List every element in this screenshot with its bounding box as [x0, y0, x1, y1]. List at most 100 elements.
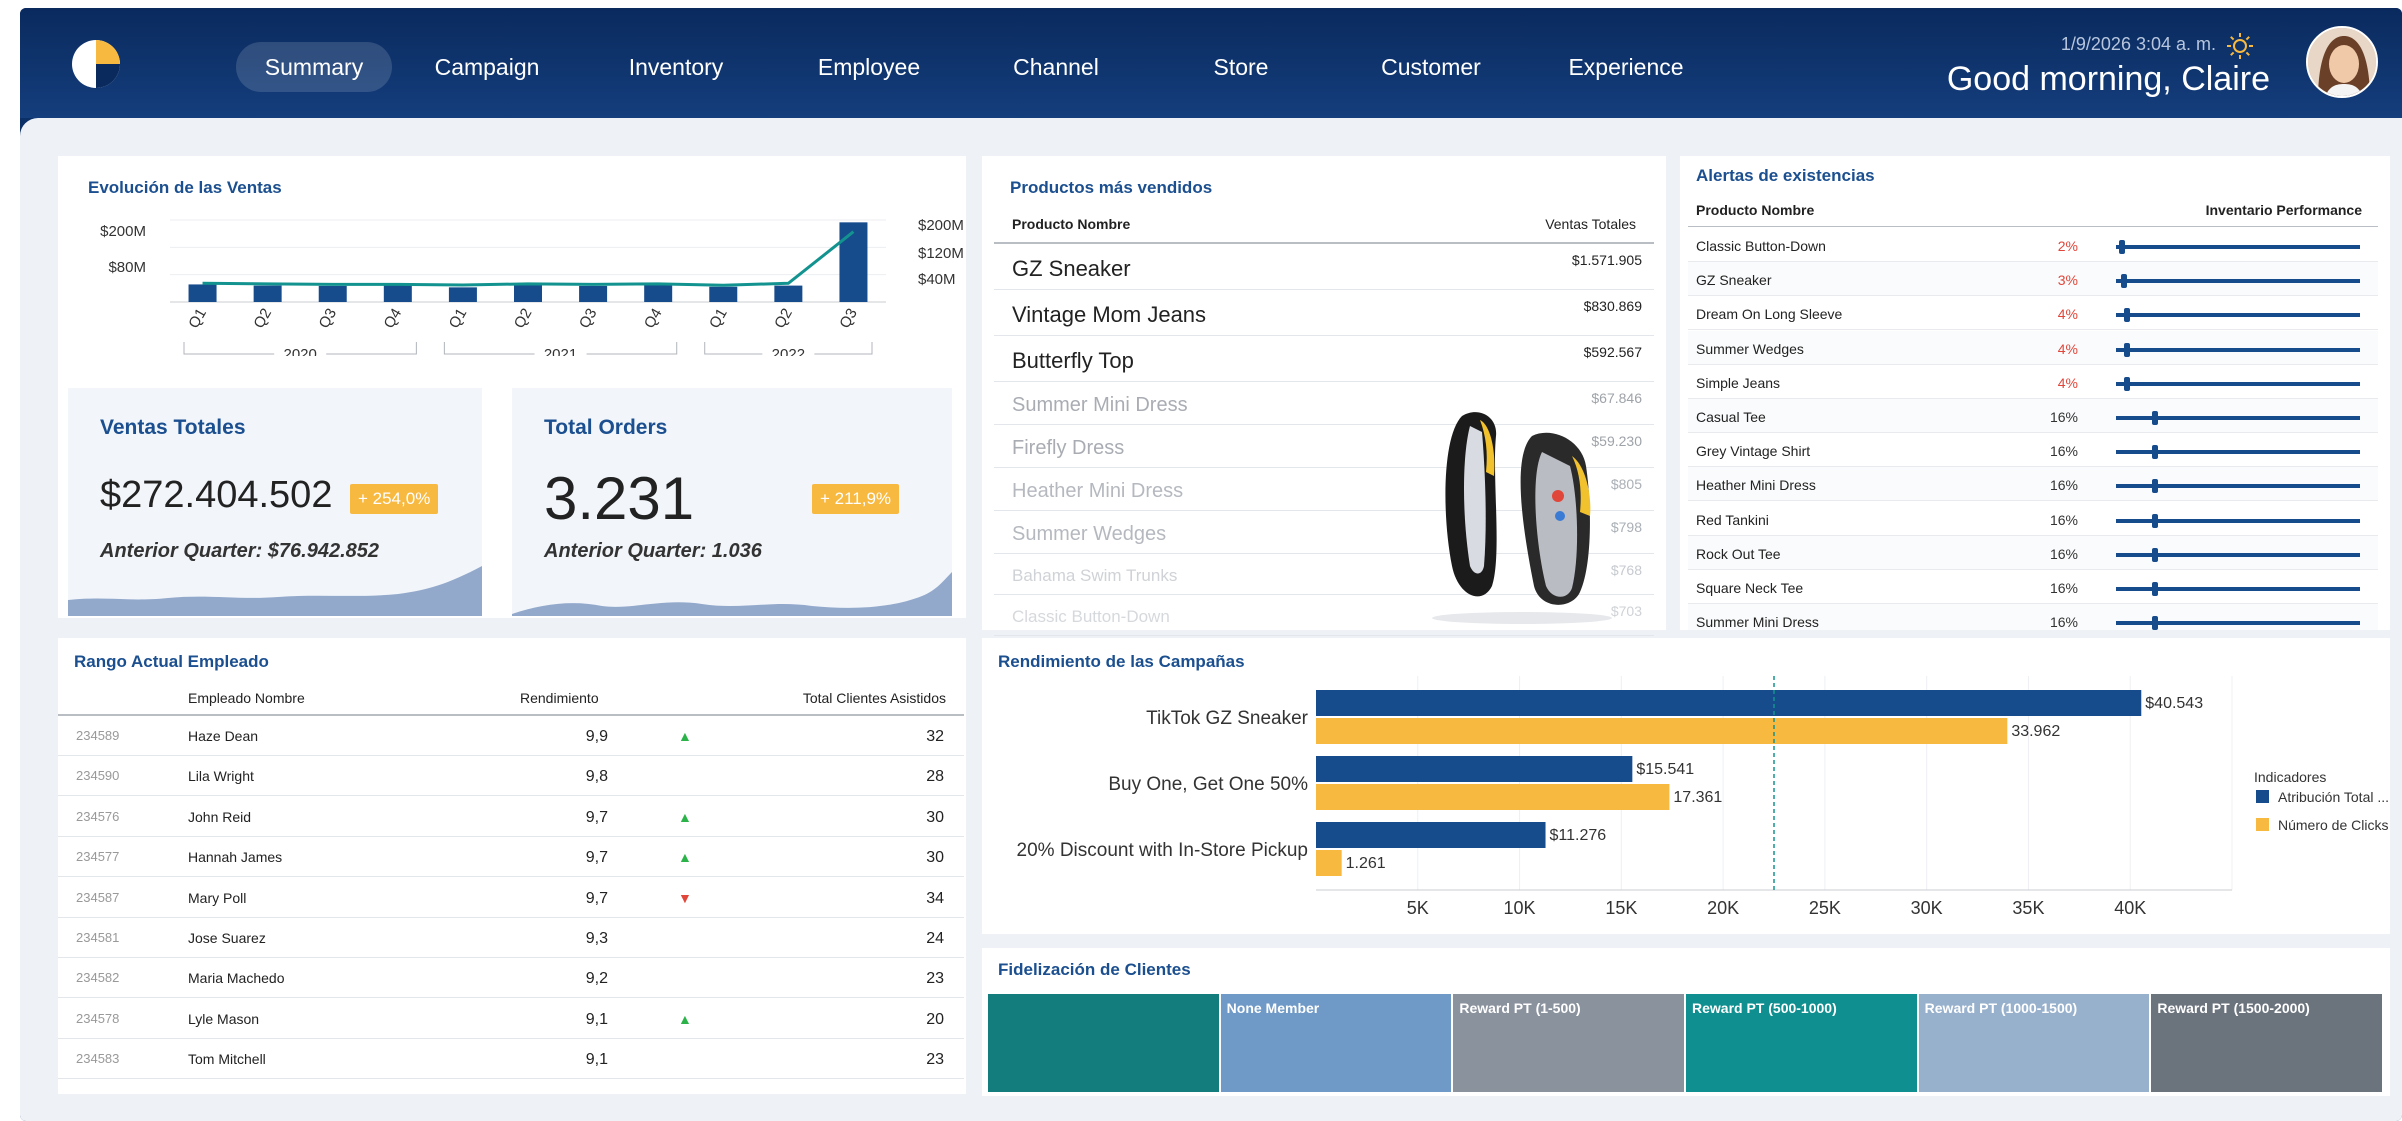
- x-tick: Q1: [446, 306, 471, 332]
- x-tick: Q3: [576, 306, 601, 332]
- loyalty-segment[interactable]: [988, 994, 1219, 1092]
- employee-row[interactable]: 234577 Hannah James 9,7 30 ▲: [58, 837, 964, 878]
- loyalty-segment[interactable]: None Member: [1220, 994, 1452, 1092]
- nav-summary[interactable]: Summary: [236, 42, 392, 92]
- employee-row[interactable]: 234587 Mary Poll 9,7 34 ▼: [58, 878, 964, 918]
- nav-channel[interactable]: Channel: [996, 42, 1116, 92]
- stock-alert-row[interactable]: Summer Mini Dress 16%: [1688, 604, 2378, 630]
- stock-alert-row[interactable]: Grey Vintage Shirt 16%: [1688, 433, 2378, 468]
- y-tick-right: $40M: [918, 271, 956, 288]
- product-row[interactable]: Butterfly Top $592.567: [994, 336, 1654, 382]
- campaign-category: 20% Discount with In-Store Pickup: [1017, 840, 1308, 861]
- stock-product-name: Dream On Long Sleeve: [1696, 306, 1843, 323]
- stock-percent: 4%: [2057, 374, 2078, 391]
- col-header-product: Producto Nombre: [1012, 216, 1131, 232]
- employee-id: 234582: [76, 970, 120, 986]
- trend-down-icon: ▼: [678, 889, 692, 906]
- employee-row[interactable]: 234590 Lila Wright 9,8 28: [58, 756, 964, 797]
- legend-title: Indicadores: [2254, 769, 2326, 785]
- inventory-bar: [2116, 245, 2360, 249]
- x-tick: 10K: [1504, 898, 1536, 918]
- product-row[interactable]: Vintage Mom Jeans $830.869: [994, 290, 1654, 336]
- kpi-value: 3.231: [544, 465, 695, 532]
- x-tick: Q1: [185, 306, 210, 332]
- employee-name: Lyle Mason: [188, 1010, 260, 1027]
- nav-employee[interactable]: Employee: [804, 42, 934, 92]
- stock-percent: 2%: [2057, 238, 2078, 254]
- employee-name: Tom Mitchell: [188, 1051, 266, 1068]
- loyalty-treemap: None Member Reward PT (1-500) Reward PT (5…: [988, 994, 2384, 1092]
- sales-trend-line: [202, 230, 855, 287]
- stock-alert-row[interactable]: Rock Out Tee 16%: [1688, 535, 2378, 570]
- stock-alert-row[interactable]: Dream On Long Sleeve 4%: [1688, 296, 2378, 331]
- y-tick-left: $200M: [100, 223, 146, 240]
- nav-customer[interactable]: Customer: [1366, 42, 1496, 92]
- stock-alert-row[interactable]: Classic Button-Down 2%: [1688, 228, 2378, 262]
- inventory-marker: [2152, 547, 2159, 562]
- top-products-card: Productos más vendidos Producto Nombre V…: [982, 156, 1666, 636]
- sales-bar: [644, 285, 673, 302]
- stock-alert-row[interactable]: Heather Mini Dress 16%: [1688, 467, 2378, 502]
- legend-label: Atribución Total ...: [2278, 789, 2389, 805]
- x-tick: Q2: [511, 306, 536, 332]
- sales-bar: [514, 285, 542, 302]
- bar-value-label: 33.962: [2011, 723, 2060, 740]
- stock-alert-row[interactable]: Summer Wedges 4%: [1688, 330, 2378, 365]
- product-row[interactable]: GZ Sneaker $1.571.905: [994, 244, 1654, 290]
- stock-product-name: Rock Out Tee: [1696, 545, 1781, 562]
- employee-id: 234577: [76, 849, 120, 865]
- stock-product-name: Square Neck Tee: [1696, 580, 1804, 596]
- employee-row[interactable]: 234581 Jose Suarez 9,3 24: [58, 918, 964, 958]
- year-label: 2021: [544, 346, 577, 356]
- employee-row[interactable]: 234576 John Reid 9,7 30 ▲: [58, 797, 964, 837]
- stock-product-name: Summer Wedges: [1696, 340, 1804, 357]
- loyalty-segment[interactable]: Reward PT (1500-2000): [2151, 994, 2382, 1092]
- loyalty-card: Fidelización de Clientes None Member Rewa…: [982, 948, 2390, 1096]
- loyalty-segment[interactable]: Reward PT (500-1000): [1686, 994, 1917, 1092]
- stock-alerts-title: Alertas de existencias: [1696, 166, 1875, 185]
- inventory-bar: [2116, 279, 2360, 284]
- loyalty-segment[interactable]: Reward PT (1-500): [1453, 994, 1684, 1092]
- employee-row[interactable]: 234578 Lyle Mason 9,1 20 ▲: [58, 999, 964, 1039]
- employee-rank-title: Rango Actual Empleado: [74, 652, 269, 671]
- employee-row[interactable]: 234589 Haze Dean 9,9 32 ▲: [58, 716, 964, 756]
- col-header-performance: Rendimiento: [520, 690, 599, 706]
- stock-percent: 16%: [2049, 477, 2078, 494]
- x-tick: Q2: [771, 306, 796, 332]
- stock-alert-row[interactable]: GZ Sneaker 3%: [1688, 262, 2378, 297]
- stock-alert-row[interactable]: Simple Jeans 4%: [1688, 365, 2378, 399]
- stock-percent: 16%: [2049, 580, 2078, 596]
- legend-swatch: [2256, 790, 2269, 803]
- x-tick: Q3: [315, 306, 340, 332]
- nav-inventory[interactable]: Inventory: [616, 42, 736, 92]
- employee-row[interactable]: 234583 Tom Mitchell 9,1 23: [58, 1039, 964, 1080]
- sales-evolution-card: Evolución de las Ventas $200M $80M $200M $1…: [58, 156, 966, 618]
- stock-alert-row[interactable]: Casual Tee 16%: [1688, 399, 2378, 433]
- employee-clients: 32: [926, 728, 944, 745]
- nav-store[interactable]: Store: [1186, 42, 1296, 92]
- inventory-marker: [2152, 513, 2159, 528]
- employee-performance: 9,1: [585, 1010, 608, 1028]
- employee-performance: 9,2: [585, 970, 608, 988]
- stock-product-name: Classic Button-Down: [1696, 238, 1826, 254]
- employee-row[interactable]: 234582 Maria Machedo 9,2 23: [58, 958, 964, 999]
- loyalty-segment[interactable]: Reward PT (1000-1500): [1918, 994, 2150, 1092]
- stock-product-name: Red Tankini: [1696, 511, 1769, 528]
- x-tick: Q1: [706, 306, 731, 332]
- x-tick: Q4: [381, 306, 406, 332]
- nav-campaign[interactable]: Campaign: [422, 42, 552, 92]
- nav-experience[interactable]: Experience: [1556, 42, 1696, 92]
- stock-alert-row[interactable]: Red Tankini 16%: [1688, 502, 2378, 536]
- pie-logo-icon[interactable]: [68, 36, 124, 92]
- stock-alert-row[interactable]: Square Neck Tee 16%: [1688, 570, 2378, 604]
- product-sales: $830.869: [1583, 298, 1642, 314]
- avatar[interactable]: [2306, 26, 2378, 98]
- attribution-bar: [1316, 822, 1546, 848]
- employee-clients: 23: [926, 1051, 944, 1069]
- kpi-value: $272.404.502: [100, 474, 333, 516]
- employee-clients: 30: [926, 808, 944, 826]
- trend-up-icon: ▲: [678, 728, 692, 744]
- employee-name: Lila Wright: [188, 768, 254, 785]
- inventory-bar: [2116, 381, 2360, 386]
- bar-value-label: $11.276: [1550, 827, 1607, 844]
